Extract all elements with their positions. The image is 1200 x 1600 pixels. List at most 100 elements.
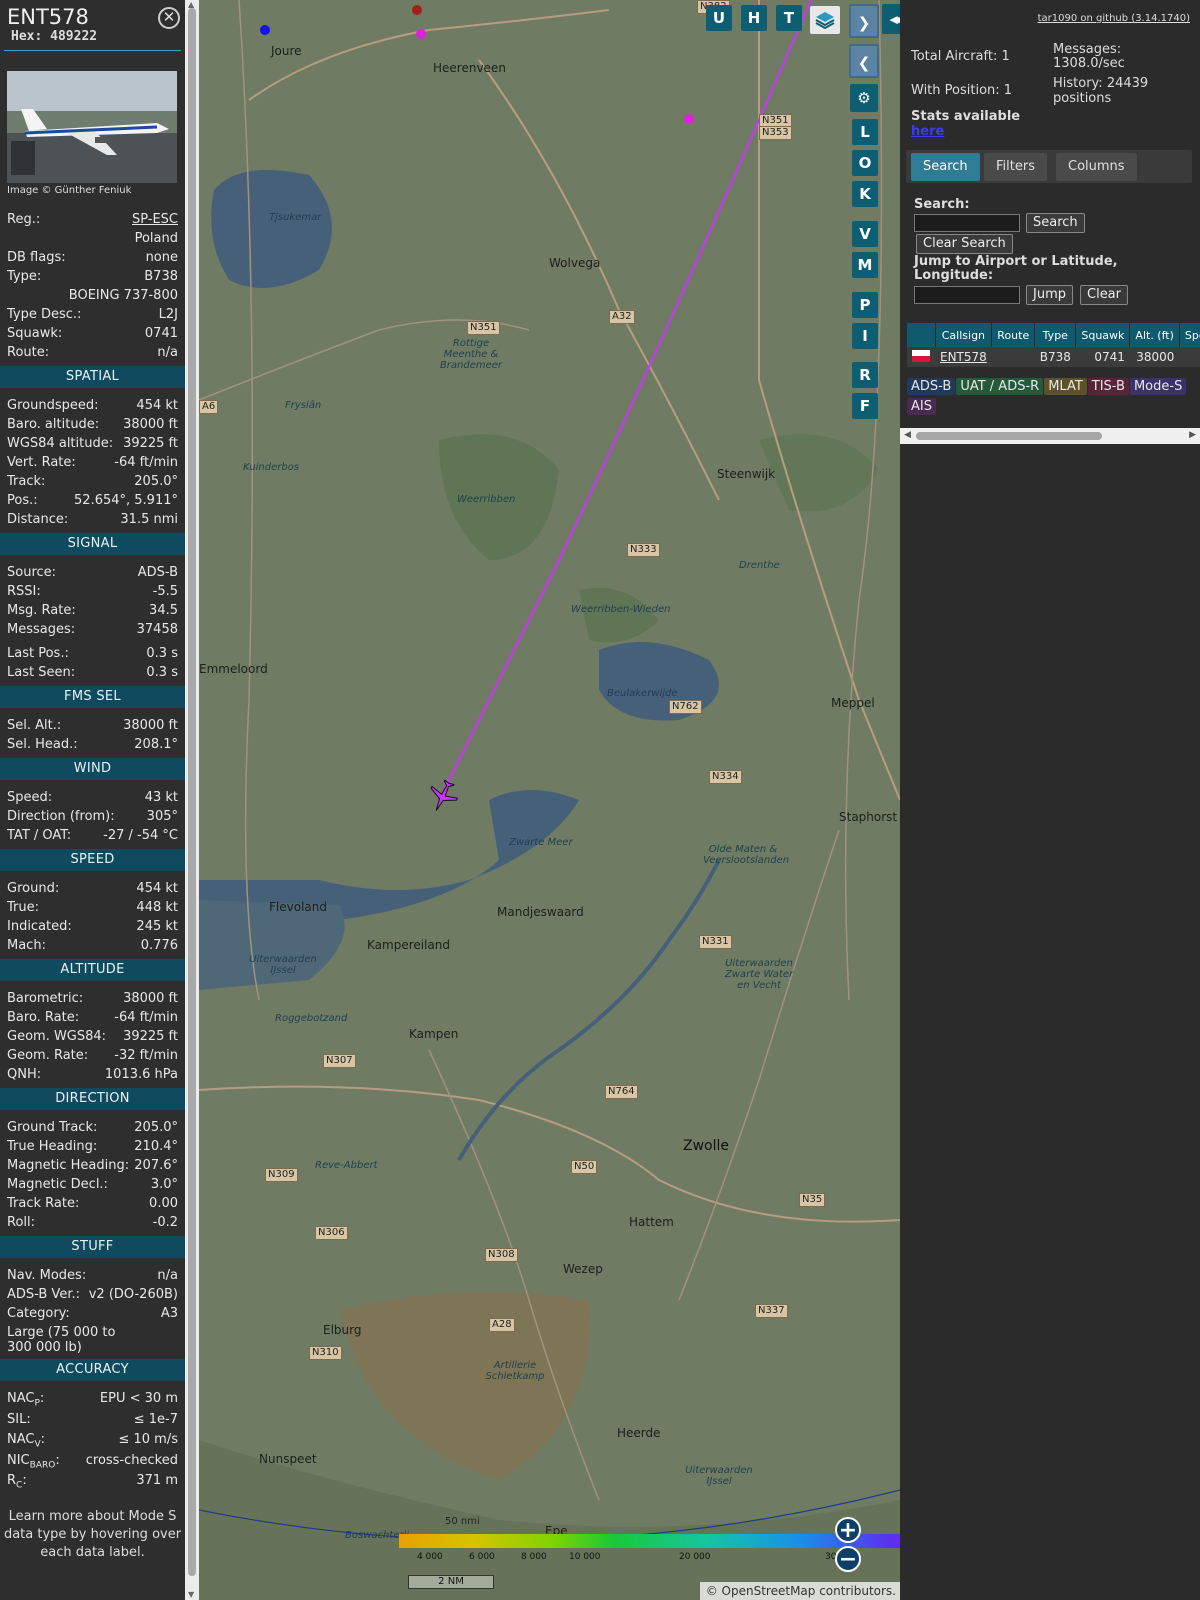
info-key-colon: : <box>40 1432 46 1447</box>
info-value: v2 (DO-260B) <box>88 1287 178 1302</box>
clear-search-button[interactable]: Clear Search <box>916 234 1013 254</box>
info-value: 0.00 <box>149 1196 178 1211</box>
stats-link[interactable]: here <box>911 124 944 139</box>
map-button-v[interactable]: V <box>852 221 878 247</box>
photo-credit: Image © Günther Feniuk <box>7 185 132 196</box>
tab-columns[interactable]: Columns <box>1056 153 1137 181</box>
map-button-r[interactable]: R <box>852 362 878 388</box>
close-icon[interactable]: ✕ <box>158 7 180 29</box>
aircraft-marker-icon[interactable] <box>425 778 461 814</box>
info-key-text: Messages: <box>7 622 76 637</box>
map-button-l[interactable]: L <box>852 119 878 145</box>
cell-callsign[interactable]: ENT578 <box>935 347 992 367</box>
info-row: Nav. Modes: n/a <box>7 1266 178 1285</box>
search-input[interactable] <box>914 214 1020 232</box>
info-key: Sel. Alt.: <box>7 716 61 735</box>
source-badge[interactable]: TIS-B <box>1087 378 1129 395</box>
map-label: Uiterwaarden IJssel <box>249 954 317 976</box>
column-header[interactable]: Alt. (ft) <box>1129 323 1180 347</box>
info-row: NICBARO: cross-checked <box>7 1451 178 1472</box>
info-value: -64 ft/min <box>114 1010 178 1025</box>
detail-value: B738 <box>144 269 178 284</box>
detail-key: Route: <box>7 345 50 360</box>
column-header[interactable]: Type <box>1034 323 1077 347</box>
section-rows-spatial: Groundspeed: 454 kt Baro. altitude: 38000 f… <box>0 388 185 533</box>
tab-filters[interactable]: Filters <box>984 153 1047 181</box>
source-badge[interactable]: Mode-S <box>1129 378 1187 395</box>
detail-key: Squawk: <box>7 326 63 341</box>
info-key-text: Nav. Modes: <box>7 1268 87 1283</box>
column-header[interactable]: Spd. <box>1179 323 1200 347</box>
map-button-p[interactable]: P <box>852 292 878 318</box>
map-label: Heerenveen <box>433 61 506 75</box>
source-badge[interactable]: MLAT <box>1044 378 1087 395</box>
scrollbar-thumb[interactable] <box>188 8 196 1576</box>
github-link[interactable]: tar1090 on github (3.14.1740) <box>1038 13 1190 24</box>
info-key: Magnetic Heading: <box>7 1156 129 1175</box>
aircraft-info-panel: ENT578 Hex: 489222 ✕ Image © Günther Fen… <box>0 0 185 1600</box>
info-key-text: Baro. altitude: <box>7 417 100 432</box>
map-button-o[interactable]: O <box>852 150 878 176</box>
source-badge[interactable]: UAT / ADS-R <box>956 378 1044 395</box>
scroll-left-icon[interactable]: ◀ <box>904 430 911 440</box>
map-label: Emmeloord <box>199 662 268 676</box>
collapse-left-icon[interactable]: ❮ <box>849 44 879 78</box>
column-header[interactable] <box>907 323 936 347</box>
tab-search[interactable]: Search <box>911 153 980 181</box>
info-key: SIL: <box>7 1410 31 1431</box>
map-button-h[interactable]: H <box>741 5 767 31</box>
info-value: -32 ft/min <box>114 1048 178 1063</box>
info-key: Baro. Rate: <box>7 1008 79 1027</box>
altitude-scale-label: 8 000 <box>521 1552 547 1562</box>
map-label: Uiterwaarden IJssel <box>685 1465 753 1487</box>
map-button-t[interactable]: T <box>776 5 802 31</box>
table-row[interactable]: ENT578 B738 0741 38000 <box>907 347 1200 367</box>
info-key-text: ADS-B Ver.: <box>7 1287 80 1302</box>
column-header[interactable]: Squawk <box>1075 323 1131 347</box>
hscroll-thumb[interactable] <box>916 432 1102 440</box>
jump-button[interactable]: Jump <box>1026 285 1073 305</box>
road-shield: N351 <box>467 321 500 335</box>
messages-rate: 1308.0/sec <box>1053 56 1125 71</box>
map-button-u[interactable]: U <box>706 5 732 31</box>
info-key: Distance: <box>7 510 68 529</box>
zoom-in-button[interactable]: + <box>835 1517 861 1543</box>
map-button-m[interactable]: M <box>852 252 878 278</box>
detail-value[interactable]: SP-ESC <box>132 210 178 229</box>
expand-right-icon[interactable]: ❯ <box>849 4 879 38</box>
zoom-out-button[interactable]: − <box>835 1546 861 1572</box>
info-key: Magnetic Decl.: <box>7 1175 108 1194</box>
info-row: Distance: 31.5 nmi <box>7 510 178 529</box>
toggle-sidebar-icon[interactable]: ◂▸ <box>882 4 900 34</box>
jump-input[interactable] <box>914 286 1020 304</box>
info-value: 305° <box>146 809 178 824</box>
source-badge[interactable]: AIS <box>907 398 936 415</box>
source-badge[interactable]: ADS-B <box>907 378 956 395</box>
map-button-i[interactable]: I <box>852 323 878 349</box>
scroll-down-icon[interactable]: ▼ <box>188 1590 194 1599</box>
info-key-text: Vert. Rate: <box>7 455 76 470</box>
column-header[interactable]: Callsign <box>935 323 993 347</box>
detail-key: Reg.: <box>7 212 41 227</box>
clear-button[interactable]: Clear <box>1080 285 1128 305</box>
layers-icon[interactable] <box>810 6 840 34</box>
info-key-text: Track Rate: <box>7 1196 80 1211</box>
map-button-k[interactable]: K <box>852 181 878 207</box>
altitude-color-scale <box>399 1534 900 1548</box>
sidebar-scrollbar[interactable]: ▲ ▼ <box>185 0 199 1600</box>
column-header[interactable]: Route <box>991 323 1036 347</box>
detail-row: Route: n/a <box>7 343 178 362</box>
info-row: Messages: 37458 <box>7 620 178 639</box>
map-button-f[interactable]: F <box>852 393 878 419</box>
table-horizontal-scrollbar[interactable]: ◀ ▶ <box>900 428 1200 444</box>
map-view[interactable]: Joure Heerenveen Tjsukemar Wolvega Rottige M… <box>199 0 900 1600</box>
search-button[interactable]: Search <box>1026 213 1085 233</box>
info-key-text: Msg. Rate: <box>7 603 76 618</box>
scroll-right-icon[interactable]: ▶ <box>1189 430 1196 440</box>
aircraft-photo[interactable] <box>7 71 177 183</box>
info-key-text: NIC <box>7 1452 30 1468</box>
settings-gear-icon[interactable]: ⚙ <box>850 84 878 112</box>
map-label: Weerribben-Wieden <box>571 604 671 615</box>
map-attribution[interactable]: © OpenStreetMap contributors. <box>700 1582 900 1600</box>
info-key: Direction (from): <box>7 807 115 826</box>
